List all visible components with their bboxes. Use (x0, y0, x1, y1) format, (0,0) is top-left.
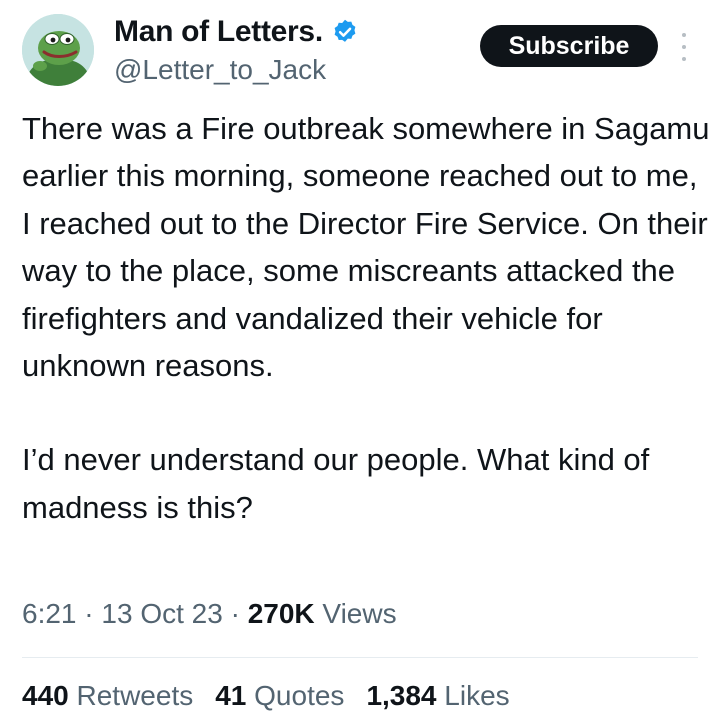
more-dot (682, 45, 686, 49)
tweet-paragraph: I’d never understand our people. What ki… (22, 442, 658, 525)
author-handle[interactable]: @Letter_to_Jack (114, 54, 326, 86)
verified-badge-icon (334, 19, 356, 42)
retweets-label: Retweets (76, 680, 194, 711)
tweet-card: Man of Letters. @Letter_to_Jack Subscrib… (0, 0, 720, 722)
tweet-meta: 6:21 · 13 Oct 23 · 270K Views (22, 598, 397, 630)
quotes-label: Quotes (254, 680, 345, 711)
likes-label: Likes (444, 680, 510, 711)
more-vertical-icon[interactable] (676, 30, 692, 64)
likes-stat[interactable]: 1,384 Likes (366, 680, 509, 712)
subscribe-button[interactable]: Subscribe (480, 25, 658, 67)
views-label: Views (322, 598, 397, 629)
avatar[interactable] (22, 14, 94, 86)
tweet-date[interactable]: 13 Oct 23 (101, 598, 222, 629)
display-name[interactable]: Man of Letters. (114, 15, 323, 49)
frog-avatar-icon (22, 14, 94, 86)
likes-count: 1,384 (366, 680, 437, 711)
meta-separator: · (84, 598, 94, 629)
retweets-count: 440 (22, 680, 69, 711)
quotes-stat[interactable]: 41 Quotes (215, 680, 344, 712)
divider (22, 657, 698, 658)
meta-separator: · (230, 598, 240, 629)
more-dot (682, 33, 686, 37)
quotes-count: 41 (215, 680, 247, 711)
engagement-stats: 440 Retweets 41 Quotes 1,384 Likes (22, 680, 510, 712)
tweet-paragraph: There was a Fire outbreak somewhere in S… (22, 111, 719, 384)
more-dot (682, 57, 686, 61)
tweet-time[interactable]: 6:21 (22, 598, 77, 629)
views-count: 270K (247, 598, 315, 629)
author-name-row: Man of Letters. (114, 14, 359, 50)
retweets-stat[interactable]: 440 Retweets (22, 680, 193, 712)
tweet-text: There was a Fire outbreak somewhere in S… (22, 105, 712, 531)
